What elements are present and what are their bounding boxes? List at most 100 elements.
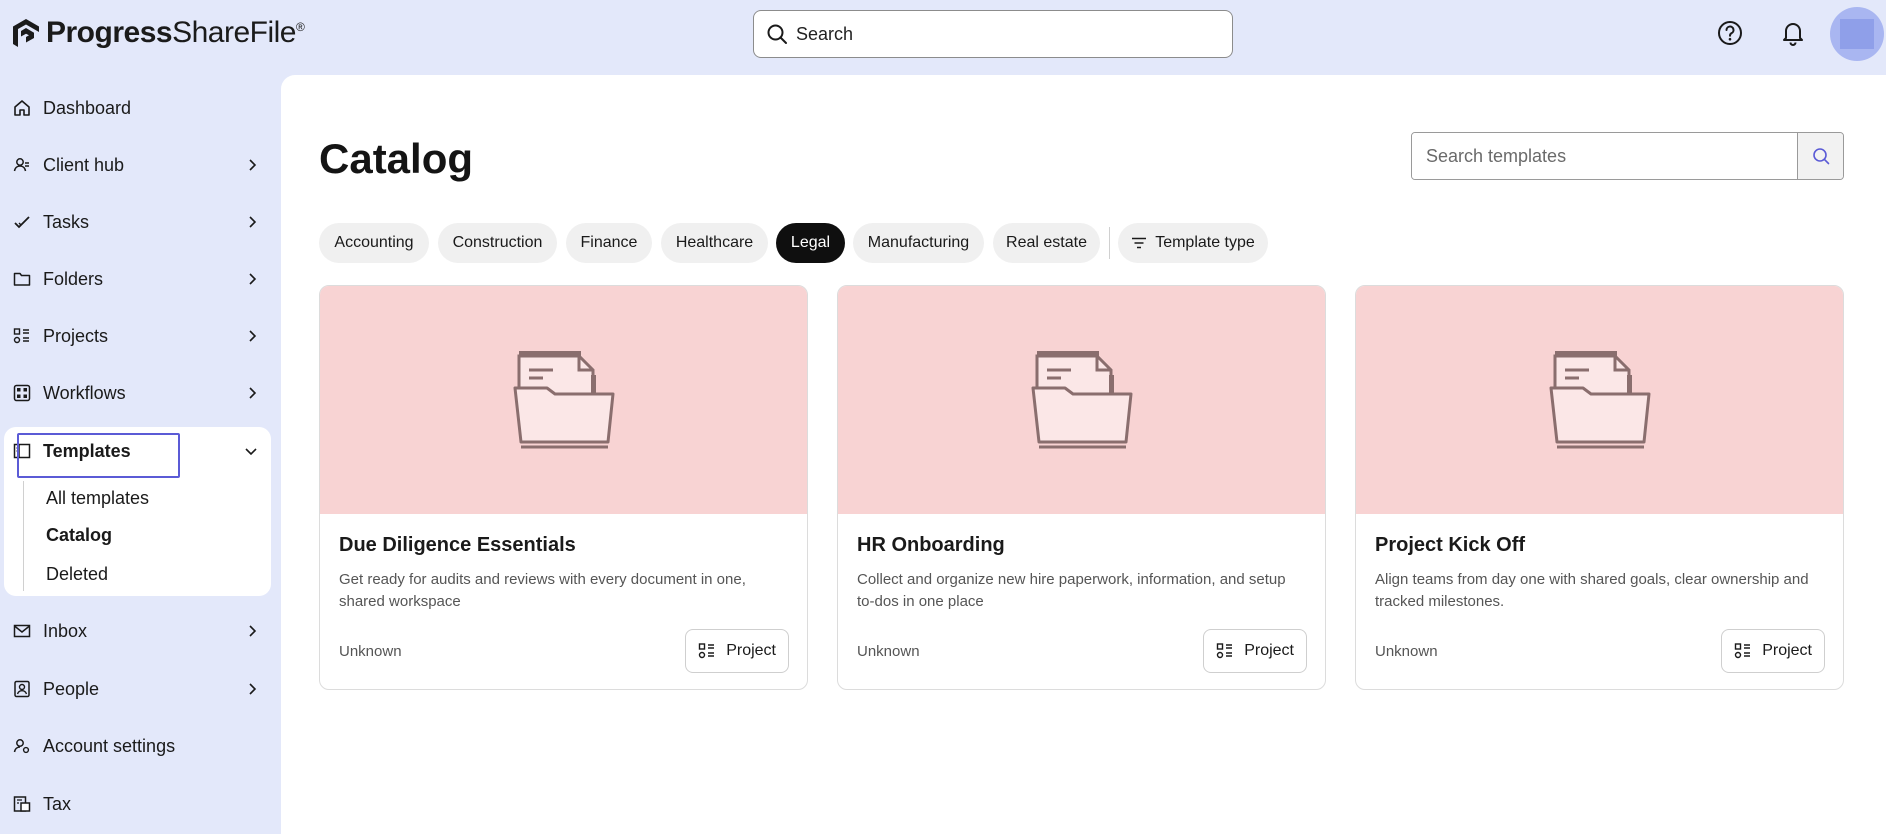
sidebar-item-label: Workflows xyxy=(43,382,126,403)
template-search-button[interactable] xyxy=(1797,133,1843,179)
home-icon xyxy=(12,98,32,118)
top-bar: ProgressShareFile® xyxy=(0,0,1886,68)
folder-documents-icon xyxy=(513,351,615,449)
project-type-button[interactable]: Project xyxy=(685,629,789,673)
search-icon xyxy=(1812,148,1829,165)
sidebar-item-label: Projects xyxy=(43,325,109,346)
brand-name-bold: Progress xyxy=(46,16,173,49)
sidebar-item-client-hub[interactable]: Client hub xyxy=(0,141,272,189)
inbox-icon xyxy=(12,621,32,641)
chevron-right-icon xyxy=(249,216,257,228)
projects-icon xyxy=(12,326,32,346)
progress-logo-icon xyxy=(13,19,39,47)
filter-icon xyxy=(1132,237,1147,249)
template-card[interactable]: Project Kick Off Align teams from day on… xyxy=(1355,285,1844,690)
sidebar-item-tax[interactable]: Tax xyxy=(0,780,272,828)
filter-chip-finance[interactable]: Finance xyxy=(566,223,652,263)
sidebar-item-folders[interactable]: Folders xyxy=(0,255,272,303)
template-search-input[interactable] xyxy=(1412,133,1797,179)
page-title: Catalog xyxy=(319,135,474,182)
card-type-label: Project xyxy=(1762,642,1812,659)
bell-icon[interactable] xyxy=(1780,20,1806,46)
card-type-label: Project xyxy=(726,642,776,659)
folder-documents-icon xyxy=(1031,351,1133,449)
catalog-focus-ring xyxy=(17,433,180,478)
card-description: Align teams from day one with shared goa… xyxy=(1375,571,1809,610)
chevron-right-icon xyxy=(249,330,257,342)
filter-chip-healthcare[interactable]: Healthcare xyxy=(661,223,768,263)
filter-chip-legal[interactable]: Legal xyxy=(776,223,845,263)
brand-name-light: ShareFile xyxy=(172,16,296,49)
card-author: Unknown xyxy=(1375,643,1438,660)
sidebar-item-label: Tax xyxy=(43,793,72,814)
folder-documents-icon xyxy=(1549,351,1651,449)
progress-sharefile-logo[interactable]: ProgressShareFile® xyxy=(12,16,305,50)
card-title: Due Diligence Essentials xyxy=(339,534,576,556)
sidebar-item-people[interactable]: People xyxy=(0,665,272,713)
projects-icon xyxy=(1735,643,1751,659)
card-hero xyxy=(838,286,1325,514)
sidebar-item-account-settings[interactable]: Account settings xyxy=(0,722,272,770)
sidebar-item-label: Tasks xyxy=(43,211,90,232)
account-settings-icon xyxy=(12,736,32,756)
client-hub-icon xyxy=(12,155,32,175)
filter-chip-real-estate[interactable]: Real estate xyxy=(993,223,1100,263)
sidebar-subitem-catalog[interactable]: Catalog xyxy=(46,525,112,546)
card-title: Project Kick Off xyxy=(1375,534,1526,556)
sidebar-item-label: Folders xyxy=(43,268,104,289)
filter-divider xyxy=(1109,227,1110,259)
template-search[interactable] xyxy=(1411,132,1844,180)
sidebar-item-label: Inbox xyxy=(43,620,88,641)
chevron-down-icon xyxy=(245,448,257,456)
main-panel: Catalog Accounting Construction Finance … xyxy=(281,75,1886,834)
checkmark-icon xyxy=(12,212,32,232)
sidebar-item-dashboard[interactable]: Dashboard xyxy=(0,84,272,132)
card-description: Collect and organize new hire paperwork,… xyxy=(857,571,1286,610)
project-type-button[interactable]: Project xyxy=(1721,629,1825,673)
sidebar-item-label: People xyxy=(43,678,100,699)
chevron-right-icon xyxy=(249,625,257,637)
sidebar-item-projects[interactable]: Projects xyxy=(0,312,272,360)
chevron-right-icon xyxy=(249,683,257,695)
template-type-label: Template type xyxy=(1155,234,1255,251)
sidebar-item-label: Client hub xyxy=(43,154,125,175)
sidebar-item-label: Account settings xyxy=(43,735,176,756)
card-description: Get ready for audits and reviews with ev… xyxy=(339,571,746,610)
projects-icon xyxy=(699,643,715,659)
template-card[interactable]: HR Onboarding Collect and organize new h… xyxy=(837,285,1326,690)
sidebar-item-tasks[interactable]: Tasks xyxy=(0,198,272,246)
tax-icon xyxy=(12,794,32,814)
global-search[interactable] xyxy=(753,10,1233,58)
card-author: Unknown xyxy=(339,643,402,660)
sidebar-item-label: Dashboard xyxy=(43,97,132,118)
card-author: Unknown xyxy=(857,643,920,660)
sidebar-subitem-all-templates[interactable]: All templates xyxy=(46,488,149,509)
global-search-input[interactable] xyxy=(796,23,1196,45)
search-icon xyxy=(767,24,787,44)
card-hero xyxy=(1356,286,1843,514)
card-hero xyxy=(320,286,807,514)
projects-icon xyxy=(1217,643,1233,659)
user-avatar[interactable] xyxy=(1830,7,1884,61)
template-type-filter[interactable]: Template type xyxy=(1118,223,1268,263)
help-icon[interactable] xyxy=(1717,20,1743,46)
filter-chip-construction[interactable]: Construction xyxy=(438,223,557,263)
submenu-line xyxy=(23,481,24,591)
card-title: HR Onboarding xyxy=(857,534,1005,556)
folder-icon xyxy=(12,269,32,289)
template-card[interactable]: Due Diligence Essentials Get ready for a… xyxy=(319,285,808,690)
card-type-label: Project xyxy=(1244,642,1294,659)
filter-chip-accounting[interactable]: Accounting xyxy=(319,223,429,263)
chevron-right-icon xyxy=(249,387,257,399)
project-type-button[interactable]: Project xyxy=(1203,629,1307,673)
workflows-icon xyxy=(12,383,32,403)
sidebar-subitem-deleted[interactable]: Deleted xyxy=(46,564,108,585)
sidebar-item-inbox[interactable]: Inbox xyxy=(0,607,272,655)
people-icon xyxy=(12,679,32,699)
chevron-right-icon xyxy=(249,273,257,285)
chevron-right-icon xyxy=(249,159,257,171)
filter-chip-manufacturing[interactable]: Manufacturing xyxy=(853,223,984,263)
brand-mark: ® xyxy=(295,20,305,34)
avatar-image xyxy=(1840,19,1874,49)
sidebar-item-workflows[interactable]: Workflows xyxy=(0,369,272,417)
